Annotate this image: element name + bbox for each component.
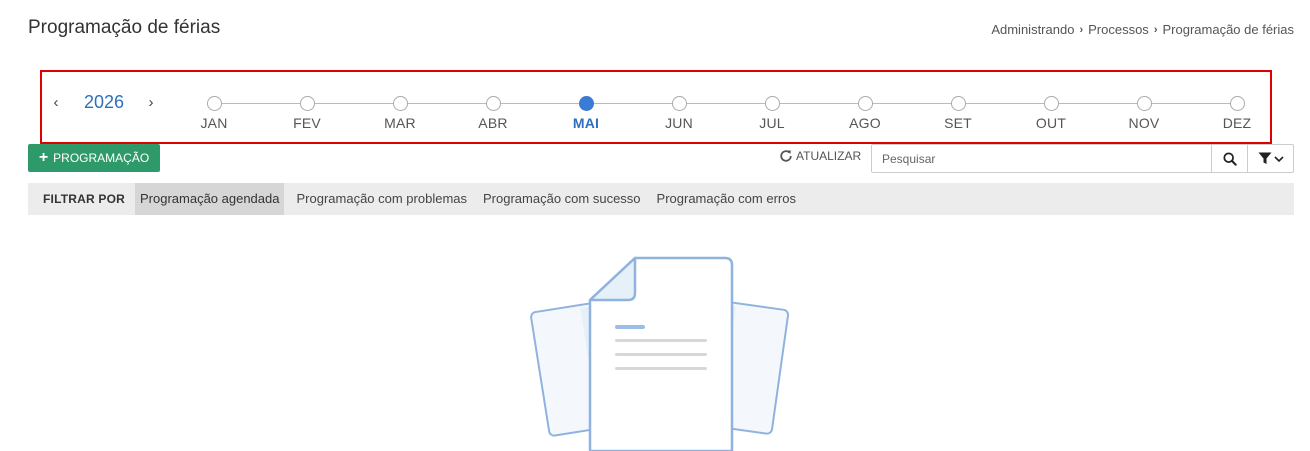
month-label: JUL bbox=[759, 115, 785, 131]
empty-document-icon bbox=[530, 256, 790, 451]
filter-option-sucesso[interactable]: Programação com sucesso bbox=[478, 183, 646, 215]
month-dot bbox=[857, 96, 873, 111]
search-button[interactable] bbox=[1211, 145, 1247, 172]
refresh-button[interactable]: ATUALIZAR bbox=[779, 149, 861, 163]
month-dot bbox=[950, 96, 966, 111]
refresh-label: ATUALIZAR bbox=[796, 149, 862, 163]
month-fev[interactable]: FEV bbox=[277, 96, 337, 131]
year-prev-button[interactable]: ‹ bbox=[49, 94, 63, 111]
month-label: MAI bbox=[572, 115, 600, 131]
search-input[interactable] bbox=[872, 145, 1211, 172]
month-jan[interactable]: JAN bbox=[184, 96, 244, 131]
month-label: ABR bbox=[478, 115, 508, 131]
month-label: AGO bbox=[849, 115, 881, 131]
month-out[interactable]: OUT bbox=[1021, 96, 1081, 131]
filter-title: FILTRAR POR bbox=[43, 192, 125, 206]
add-button-label: PROGRAMAÇÃO bbox=[53, 151, 150, 165]
filter-option-problemas[interactable]: Programação com problemas bbox=[291, 183, 472, 215]
chevron-down-icon bbox=[1273, 155, 1284, 162]
month-dot bbox=[206, 96, 222, 111]
filter-bar: FILTRAR POR Programação agendada Program… bbox=[28, 183, 1294, 215]
breadcrumb-item-administrando[interactable]: Administrando bbox=[991, 22, 1074, 37]
add-programacao-button[interactable]: + PROGRAMAÇÃO bbox=[28, 144, 160, 172]
month-jun[interactable]: JUN bbox=[649, 96, 709, 131]
refresh-icon bbox=[780, 150, 792, 162]
month-dot bbox=[1136, 96, 1152, 111]
month-dot bbox=[1229, 96, 1245, 111]
breadcrumb-item-processos[interactable]: Processos bbox=[1088, 22, 1149, 37]
month-dot bbox=[671, 96, 687, 111]
filter-icon bbox=[1258, 152, 1271, 164]
search-icon bbox=[1222, 151, 1237, 166]
month-label: JAN bbox=[200, 115, 228, 131]
year-label: 2026 bbox=[83, 92, 125, 112]
filter-dropdown-button[interactable] bbox=[1247, 145, 1293, 172]
month-dot bbox=[299, 96, 315, 111]
month-nov[interactable]: NOV bbox=[1114, 96, 1174, 131]
month-jul[interactable]: JUL bbox=[742, 96, 802, 131]
month-ago[interactable]: AGO bbox=[835, 96, 895, 131]
page-title: Programação de férias bbox=[28, 17, 221, 38]
year-next-button[interactable]: › bbox=[144, 94, 158, 111]
timeline-track bbox=[214, 103, 1239, 104]
month-label: OUT bbox=[1035, 115, 1067, 131]
month-abr[interactable]: ABR bbox=[463, 96, 523, 131]
chevron-right-icon: › bbox=[1153, 23, 1158, 36]
month-dot bbox=[392, 96, 408, 111]
filter-option-erros[interactable]: Programação com erros bbox=[652, 183, 801, 215]
month-set[interactable]: SET bbox=[928, 96, 988, 131]
month-dot bbox=[485, 96, 501, 111]
month-label: FEV bbox=[293, 115, 321, 131]
month-label: MAR bbox=[384, 115, 416, 131]
breadcrumb-item-current: Programação de férias bbox=[1162, 22, 1294, 37]
month-dez[interactable]: DEZ bbox=[1207, 96, 1267, 131]
month-timeline: ‹ 2026 › JAN FEV MAR ABR MAI JUN JUL AGO… bbox=[40, 70, 1272, 144]
month-label: NOV bbox=[1128, 115, 1160, 131]
month-dot-selected bbox=[578, 96, 594, 111]
month-dot bbox=[764, 96, 780, 111]
month-mai[interactable]: MAI bbox=[556, 96, 616, 131]
month-dot bbox=[1043, 96, 1059, 111]
breadcrumb: Administrando › Processos › Programação … bbox=[991, 22, 1294, 37]
month-label: DEZ bbox=[1222, 115, 1252, 131]
filter-option-agendada[interactable]: Programação agendada bbox=[134, 183, 285, 215]
chevron-right-icon: › bbox=[1079, 23, 1084, 36]
search-box bbox=[871, 144, 1294, 173]
plus-icon: + bbox=[38, 149, 49, 166]
month-label: SET bbox=[944, 115, 972, 131]
month-mar[interactable]: MAR bbox=[370, 96, 430, 131]
month-label: JUN bbox=[665, 115, 693, 131]
